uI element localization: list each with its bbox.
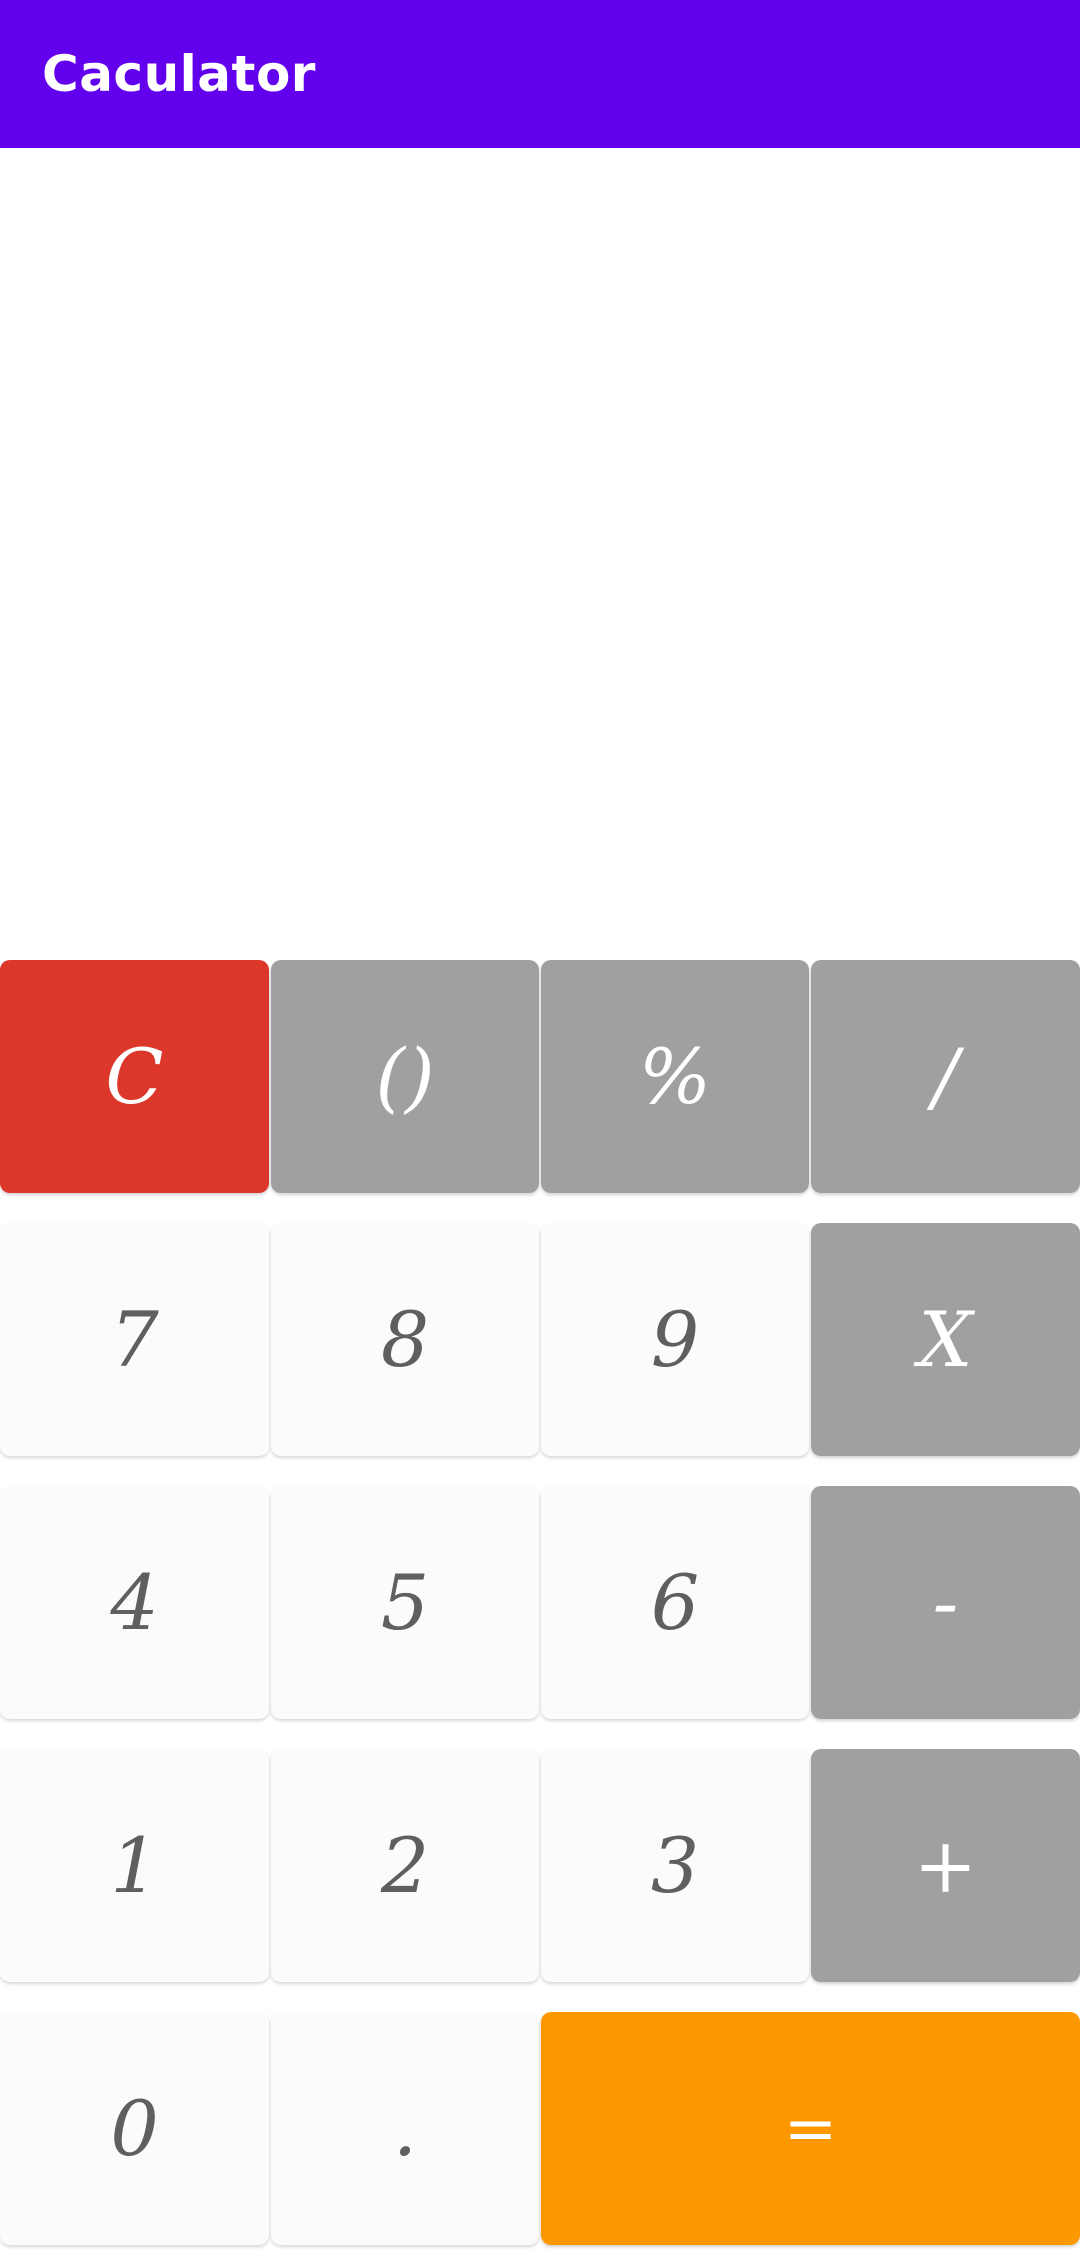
percent-button[interactable]: % (541, 960, 809, 1193)
app-toolbar: Caculator (0, 0, 1080, 148)
multiply-button[interactable]: X (811, 1223, 1080, 1456)
result-display (0, 148, 1080, 960)
parentheses-button[interactable]: () (271, 960, 539, 1193)
equals-button[interactable]: = (541, 2012, 1080, 2245)
digit-0-button[interactable]: 0 (0, 2012, 269, 2245)
plus-button[interactable]: + (811, 1749, 1080, 1982)
clear-button[interactable]: C (0, 960, 269, 1193)
digit-8-button[interactable]: 8 (271, 1223, 539, 1456)
digit-1-button[interactable]: 1 (0, 1749, 269, 1982)
digit-7-button[interactable]: 7 (0, 1223, 269, 1456)
decimal-point-button[interactable]: . (271, 2012, 539, 2245)
digit-5-button[interactable]: 5 (271, 1486, 539, 1719)
digit-9-button[interactable]: 9 (541, 1223, 809, 1456)
digit-3-button[interactable]: 3 (541, 1749, 809, 1982)
app-title: Caculator (42, 45, 316, 103)
calculator-app: Caculator C () % / 7 8 9 X 4 5 6 - 1 2 3… (0, 0, 1080, 2261)
divide-button[interactable]: / (811, 960, 1080, 1193)
digit-6-button[interactable]: 6 (541, 1486, 809, 1719)
minus-button[interactable]: - (811, 1486, 1080, 1719)
digit-4-button[interactable]: 4 (0, 1486, 269, 1719)
digit-2-button[interactable]: 2 (271, 1749, 539, 1982)
